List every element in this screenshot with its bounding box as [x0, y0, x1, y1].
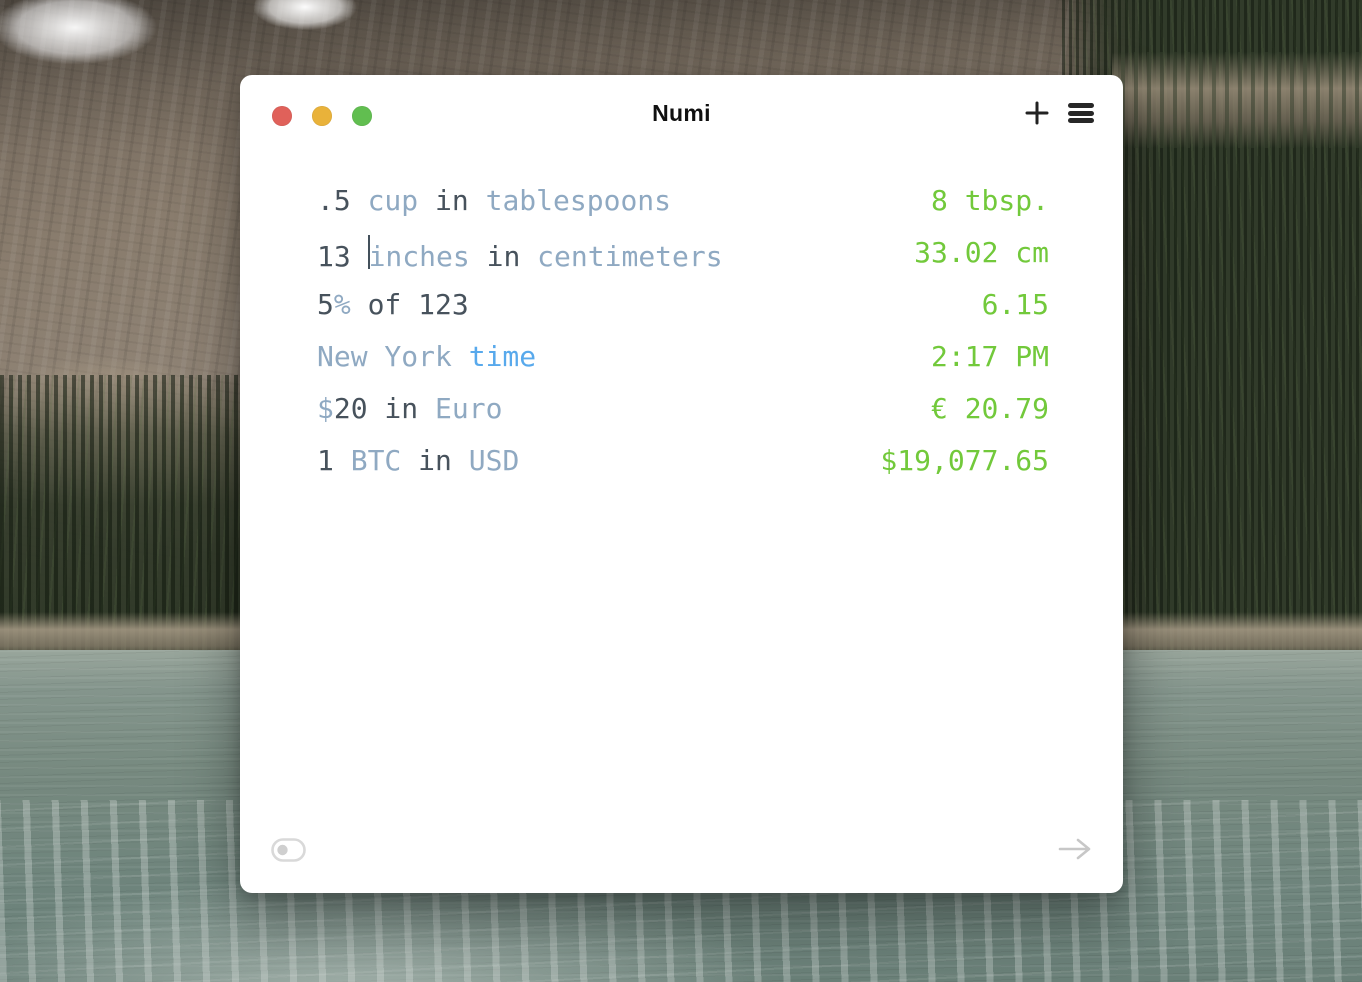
token-num: of 123 — [351, 288, 469, 321]
token-num: 1 — [317, 444, 351, 477]
options-toggle-button[interactable] — [271, 838, 306, 867]
expression-row[interactable]: 13 inches in centimeters 33.02 cm — [240, 226, 1123, 278]
menu-button[interactable] — [1068, 103, 1094, 123]
numi-window: Numi .5 cup in tablespoons 8 tbsp. 13 inch… — [240, 75, 1123, 893]
result-value[interactable]: 6.15 — [982, 288, 1049, 321]
toggle-switch-icon — [271, 838, 306, 862]
new-sheet-button[interactable] — [1025, 101, 1049, 125]
expression-row[interactable]: 1 BTC in USD $19,077.65 — [240, 434, 1123, 486]
expression-row[interactable]: 5% of 123 6.15 — [240, 278, 1123, 330]
expression-row[interactable]: New York time 2:17 PM — [240, 330, 1123, 382]
token-num: 20 — [334, 392, 368, 425]
token-fn: time — [469, 340, 536, 373]
text-caret — [368, 235, 370, 269]
token-unit: $ — [317, 392, 334, 425]
expression-editor[interactable]: .5 cup in tablespoons 8 tbsp. 13 inches in… — [240, 174, 1123, 486]
token-unit: tablespoons — [486, 184, 671, 217]
token-unit: cup — [368, 184, 419, 217]
token-unit: USD — [469, 444, 520, 477]
token-num: 5 — [317, 288, 334, 321]
token-unit: Euro — [435, 392, 502, 425]
status-bar — [240, 833, 1123, 893]
result-value[interactable]: 33.02 cm — [914, 236, 1049, 269]
expression-text: New York time — [317, 340, 536, 373]
token-unit: inches — [369, 240, 470, 273]
token-unit: BTC — [351, 444, 402, 477]
token-num: in — [418, 184, 485, 217]
token-num: 13 — [317, 240, 368, 273]
arrow-right-icon — [1057, 836, 1093, 862]
token-unit: New York — [317, 340, 469, 373]
token-unit: % — [334, 288, 351, 321]
wallpaper-snow-patch — [0, 0, 180, 75]
expression-row[interactable]: .5 cup in tablespoons 8 tbsp. — [240, 174, 1123, 226]
expression-row[interactable]: $20 in Euro € 20.79 — [240, 382, 1123, 434]
token-num: in — [401, 444, 468, 477]
expression-text: $20 in Euro — [317, 392, 502, 425]
titlebar[interactable]: Numi — [240, 75, 1123, 131]
token-num: in — [368, 392, 435, 425]
plus-icon — [1025, 101, 1049, 125]
result-value[interactable]: 2:17 PM — [931, 340, 1049, 373]
submit-button[interactable] — [1057, 836, 1093, 867]
hamburger-menu-icon — [1068, 103, 1094, 108]
expression-text: 13 inches in centimeters — [317, 232, 723, 273]
result-value[interactable]: 8 tbsp. — [931, 184, 1049, 217]
token-num: .5 — [317, 184, 368, 217]
expression-text: 5% of 123 — [317, 288, 469, 321]
window-title: Numi — [240, 100, 1123, 127]
wallpaper-rock-band — [1112, 52, 1362, 148]
token-unit: centimeters — [537, 240, 722, 273]
result-value[interactable]: $19,077.65 — [880, 444, 1049, 477]
expression-text: 1 BTC in USD — [317, 444, 519, 477]
wallpaper-snow-patch — [240, 0, 370, 36]
expression-text: .5 cup in tablespoons — [317, 184, 671, 217]
result-value[interactable]: € 20.79 — [931, 392, 1049, 425]
token-num: in — [470, 240, 537, 273]
